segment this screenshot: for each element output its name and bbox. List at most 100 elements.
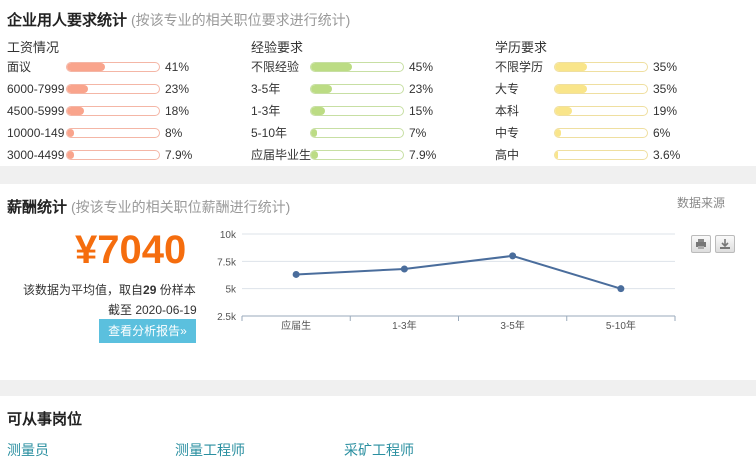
requirement-bar-fill [311, 107, 325, 115]
requirement-label: 不限学历 [495, 60, 544, 74]
data-point [509, 252, 517, 260]
requirement-row: 不限学历 35% [495, 57, 735, 77]
requirement-bar [66, 62, 160, 72]
requirement-percent: 19% [653, 104, 678, 118]
requirement-group: 工资情况面议 41% 6000-7999 23% 4500-5999 18% 10000-1… [7, 37, 247, 165]
requirement-row: 应届毕业生 7.9% [251, 145, 491, 165]
requirement-label: 3000-4499 [7, 148, 65, 162]
requirement-bar [554, 128, 648, 138]
requirement-label: 不限经验 [251, 60, 300, 74]
x-tick-label: 3-5年 [500, 319, 524, 332]
requirement-bar-fill [555, 129, 561, 137]
requirements-title: 企业用人要求统计 (按该专业的相关职位要求进行统计) [7, 12, 351, 29]
requirement-row: 10000-149 8% [7, 123, 247, 143]
requirement-percent: 23% [409, 82, 434, 96]
job-link[interactable]: 测量工程师 [175, 440, 245, 460]
requirement-bar-fill [555, 85, 588, 93]
requirement-row: 4500-5999 18% [7, 101, 247, 121]
sample-count: 29 [143, 283, 157, 297]
requirement-percent: 35% [653, 60, 678, 74]
requirement-row: 面议 41% [7, 57, 247, 77]
requirement-bar [310, 62, 404, 72]
requirement-bar-fill [555, 151, 559, 159]
requirement-bar [66, 150, 160, 160]
y-tick-label: 2.5k [217, 312, 237, 323]
download-button[interactable] [715, 235, 735, 253]
requirement-bar-fill [311, 63, 353, 71]
requirement-label: 1-3年 [251, 104, 281, 118]
requirement-label: 中专 [495, 126, 520, 140]
average-salary: ¥7040 [75, 228, 187, 272]
requirement-bar-fill [311, 85, 333, 93]
requirement-percent: 18% [165, 104, 190, 118]
requirement-percent: 23% [165, 82, 190, 96]
requirement-label: 10000-149 [7, 126, 65, 140]
requirement-bar [66, 84, 160, 94]
requirement-percent: 45% [409, 60, 434, 74]
print-button[interactable] [691, 235, 711, 253]
salary-title: 薪酬统计 (按该专业的相关职位薪酬进行统计) [7, 199, 291, 216]
jobs-title: 可从事岗位 [7, 411, 83, 428]
x-tick-label: 应届生 [281, 319, 311, 332]
job-link[interactable]: 测量员 [7, 440, 49, 460]
requirement-bar-fill [67, 85, 89, 93]
requirement-bar-fill [311, 129, 318, 137]
requirements-panel: 企业用人要求统计 (按该专业的相关职位要求进行统计) 工资情况面议 41% 6000-… [0, 0, 756, 166]
requirement-bar [310, 128, 404, 138]
requirement-bar-fill [67, 107, 84, 115]
requirement-group-title: 学历要求 [495, 40, 548, 55]
requirement-bar-fill [311, 151, 319, 159]
requirement-group: 学历要求不限学历 35% 大专 35% 本科 19% 中专 6% 高中 3.6% [495, 37, 735, 165]
requirement-bar [310, 106, 404, 116]
requirement-percent: 8% [165, 126, 183, 140]
requirement-label: 4500-5999 [7, 104, 65, 118]
sample-note: 该数据为平均值，取自29 份样本 [23, 283, 196, 297]
requirement-group-title: 工资情况 [7, 40, 60, 55]
job-link[interactable]: 采矿工程师 [344, 440, 414, 460]
requirement-bar-fill [555, 107, 573, 115]
view-report-button[interactable]: 查看分析报告» [99, 319, 196, 343]
series-line [296, 254, 622, 290]
requirement-row: 3-5年 23% [251, 79, 491, 99]
requirements-note: (按该专业的相关职位要求进行统计) [131, 12, 351, 28]
salary-date: 截至 2020-06-19 [108, 303, 197, 317]
jobs-panel: 可从事岗位 测量员 测量工程师 采矿工程师 [0, 396, 756, 471]
x-tick-label: 5-10年 [606, 319, 636, 332]
requirement-percent: 35% [653, 82, 678, 96]
requirement-row: 不限经验 45% [251, 57, 491, 77]
download-icon [720, 239, 730, 249]
requirement-row: 6000-7999 23% [7, 79, 247, 99]
requirement-bar [310, 84, 404, 94]
requirement-bar [554, 150, 648, 160]
requirement-label: 大专 [495, 82, 520, 96]
requirement-row: 中专 6% [495, 123, 735, 143]
requirement-group-title: 经验要求 [251, 40, 304, 55]
requirement-row: 本科 19% [495, 101, 735, 121]
requirement-bar-fill [555, 63, 588, 71]
requirement-row: 1-3年 15% [251, 101, 491, 121]
requirement-group: 经验要求 不限经验 45% 3-5年 23% 1-3年 15% 5-10年 7% 应届毕业生 7.9… [251, 37, 491, 165]
requirement-label: 本科 [495, 104, 520, 118]
salary-note-text: (按该专业的相关职位薪酬进行统计) [71, 199, 291, 215]
requirement-row: 高中 3.6% [495, 145, 735, 165]
salary-panel: 薪酬统计 (按该专业的相关职位薪酬进行统计) 数据来源 ¥7040 该数据为平均值… [0, 184, 756, 380]
requirement-row: 大专 35% [495, 79, 735, 99]
requirement-bar [310, 150, 404, 160]
data-source-link[interactable]: 数据来源 [677, 194, 725, 211]
requirement-percent: 7.9% [409, 148, 437, 162]
data-point [617, 285, 625, 293]
requirement-bar-fill [67, 151, 75, 159]
print-icon [696, 239, 706, 249]
requirement-label: 应届毕业生 [251, 148, 312, 162]
y-tick-label: 10k [220, 230, 237, 241]
requirement-percent: 15% [409, 104, 434, 118]
y-tick-label: 5k [225, 285, 237, 296]
requirement-percent: 7% [409, 126, 427, 140]
requirement-percent: 41% [165, 60, 190, 74]
data-point [400, 265, 408, 273]
requirement-percent: 3.6% [653, 148, 681, 162]
requirement-percent: 7.9% [165, 148, 193, 162]
requirement-bar [554, 84, 648, 94]
requirement-label: 面议 [7, 60, 32, 74]
requirement-bar [66, 106, 160, 116]
